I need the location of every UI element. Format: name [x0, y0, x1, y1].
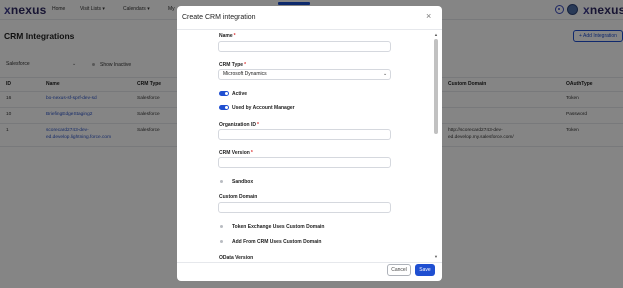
organization-id-label: Organization ID*	[219, 122, 259, 128]
create-crm-integration-modal: Create CRM integration × Name* CRM Type*…	[177, 6, 442, 281]
modal-header-divider	[177, 29, 442, 30]
crm-type-label: CRM Type*	[219, 62, 247, 68]
crm-version-input[interactable]	[218, 157, 391, 168]
custom-domain-label: Custom Domain	[219, 194, 258, 200]
odata-version-label: OData Version	[219, 255, 254, 261]
scroll-up-icon[interactable]: ▲	[434, 32, 438, 37]
sandbox-toggle[interactable]	[220, 180, 223, 183]
active-label: Active	[232, 91, 248, 97]
save-button[interactable]: Save	[415, 264, 435, 276]
custom-domain-input[interactable]	[218, 202, 391, 213]
used-by-account-manager-label: Used by Account Manager	[232, 105, 295, 111]
crm-version-label: CRM Version*	[219, 150, 253, 156]
used-by-account-manager-toggle[interactable]	[219, 105, 229, 110]
modal-title: Create CRM integration	[182, 14, 256, 21]
add-from-crm-toggle[interactable]	[220, 240, 223, 243]
token-exchange-label: Token Exchange Uses Custom Domain	[232, 224, 325, 230]
cancel-button[interactable]: Cancel	[387, 264, 411, 276]
sandbox-label: Sandbox	[232, 179, 254, 185]
add-from-crm-label: Add From CRM Uses Custom Domain	[232, 239, 322, 245]
chevron-down-icon: ⌄	[383, 71, 388, 77]
close-icon[interactable]: ×	[426, 12, 431, 21]
crm-type-select[interactable]: Microsoft Dynamics ⌄	[218, 69, 391, 80]
modal-footer-divider	[177, 262, 442, 263]
token-exchange-toggle[interactable]	[220, 225, 223, 228]
scroll-down-icon[interactable]: ▼	[434, 254, 438, 259]
name-label: Name*	[219, 33, 236, 39]
scrollbar-thumb[interactable]	[434, 39, 438, 134]
active-toggle[interactable]	[219, 91, 229, 96]
organization-id-input[interactable]	[218, 129, 391, 140]
name-input[interactable]	[218, 41, 391, 52]
